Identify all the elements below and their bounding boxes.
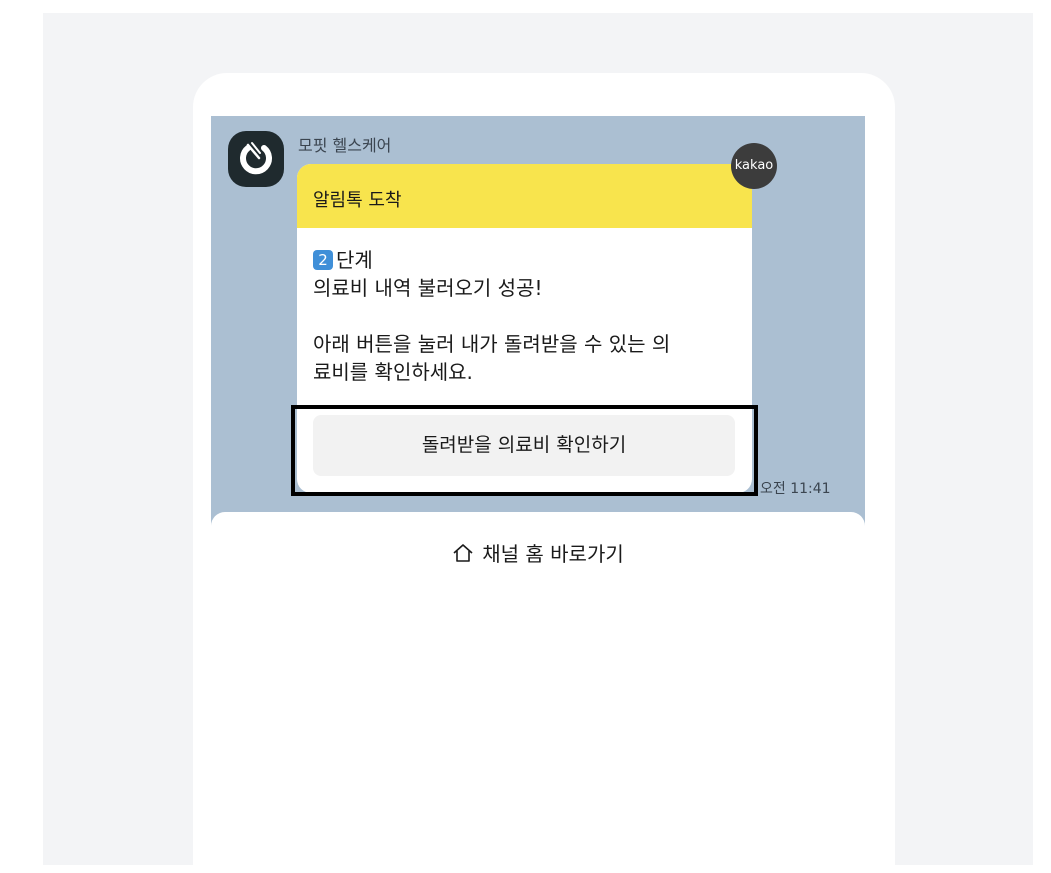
- home-icon: [453, 544, 473, 562]
- message-header: 알림톡 도착: [297, 164, 752, 228]
- message-instruction-line-1: 아래 버튼을 눌러 내가 돌려받을 수 있는 의: [313, 332, 671, 356]
- channel-home-label: 채널 홈 바로가기: [482, 542, 624, 566]
- step-number-keycap: 2: [313, 250, 333, 270]
- app-logo-icon[interactable]: [228, 131, 284, 187]
- message-instruction-line-2: 료비를 확인하세요.: [313, 360, 473, 384]
- focus-highlight-box: [291, 405, 758, 496]
- sender-name: 모핏 헬스케어: [298, 136, 392, 155]
- step-label: 단계: [336, 248, 373, 272]
- message-header-title: 알림톡 도착: [313, 190, 402, 211]
- channel-home-link[interactable]: 채널 홈 바로가기: [211, 538, 865, 567]
- kakao-badge: kakao: [731, 143, 777, 189]
- message-timestamp: 오전 11:41: [760, 481, 831, 497]
- bottom-sheet: 채널 홈 바로가기: [211, 512, 865, 865]
- step-line: 2 단계: [313, 246, 373, 274]
- message-success-text: 의료비 내역 불러오기 성공!: [313, 276, 543, 300]
